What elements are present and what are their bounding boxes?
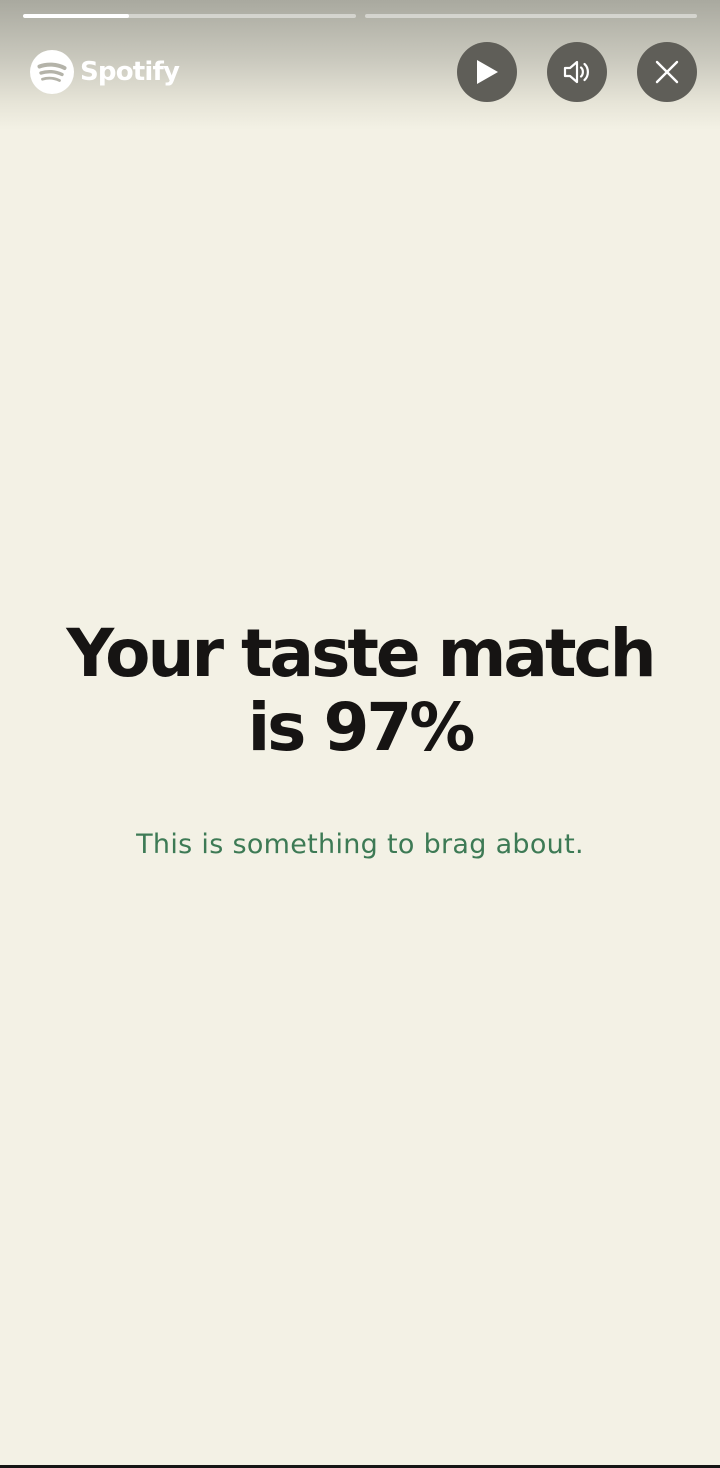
taste-match-headline: Your taste match is 97% bbox=[66, 615, 656, 766]
taste-match-subline: This is something to brag about. bbox=[136, 829, 584, 860]
close-button[interactable] bbox=[637, 42, 697, 102]
speaker-icon bbox=[563, 60, 589, 84]
progress-segment bbox=[23, 14, 356, 18]
progress-fill bbox=[23, 14, 130, 18]
story-progress-bar bbox=[23, 14, 697, 18]
close-icon bbox=[655, 60, 679, 84]
sound-button[interactable] bbox=[547, 42, 607, 102]
brand-wordmark: Spotify bbox=[80, 57, 180, 87]
spotify-logo: Spotify bbox=[30, 49, 180, 95]
play-icon bbox=[477, 60, 498, 84]
spotify-icon bbox=[30, 50, 74, 94]
progress-segment bbox=[364, 14, 697, 18]
play-button[interactable] bbox=[457, 42, 517, 102]
